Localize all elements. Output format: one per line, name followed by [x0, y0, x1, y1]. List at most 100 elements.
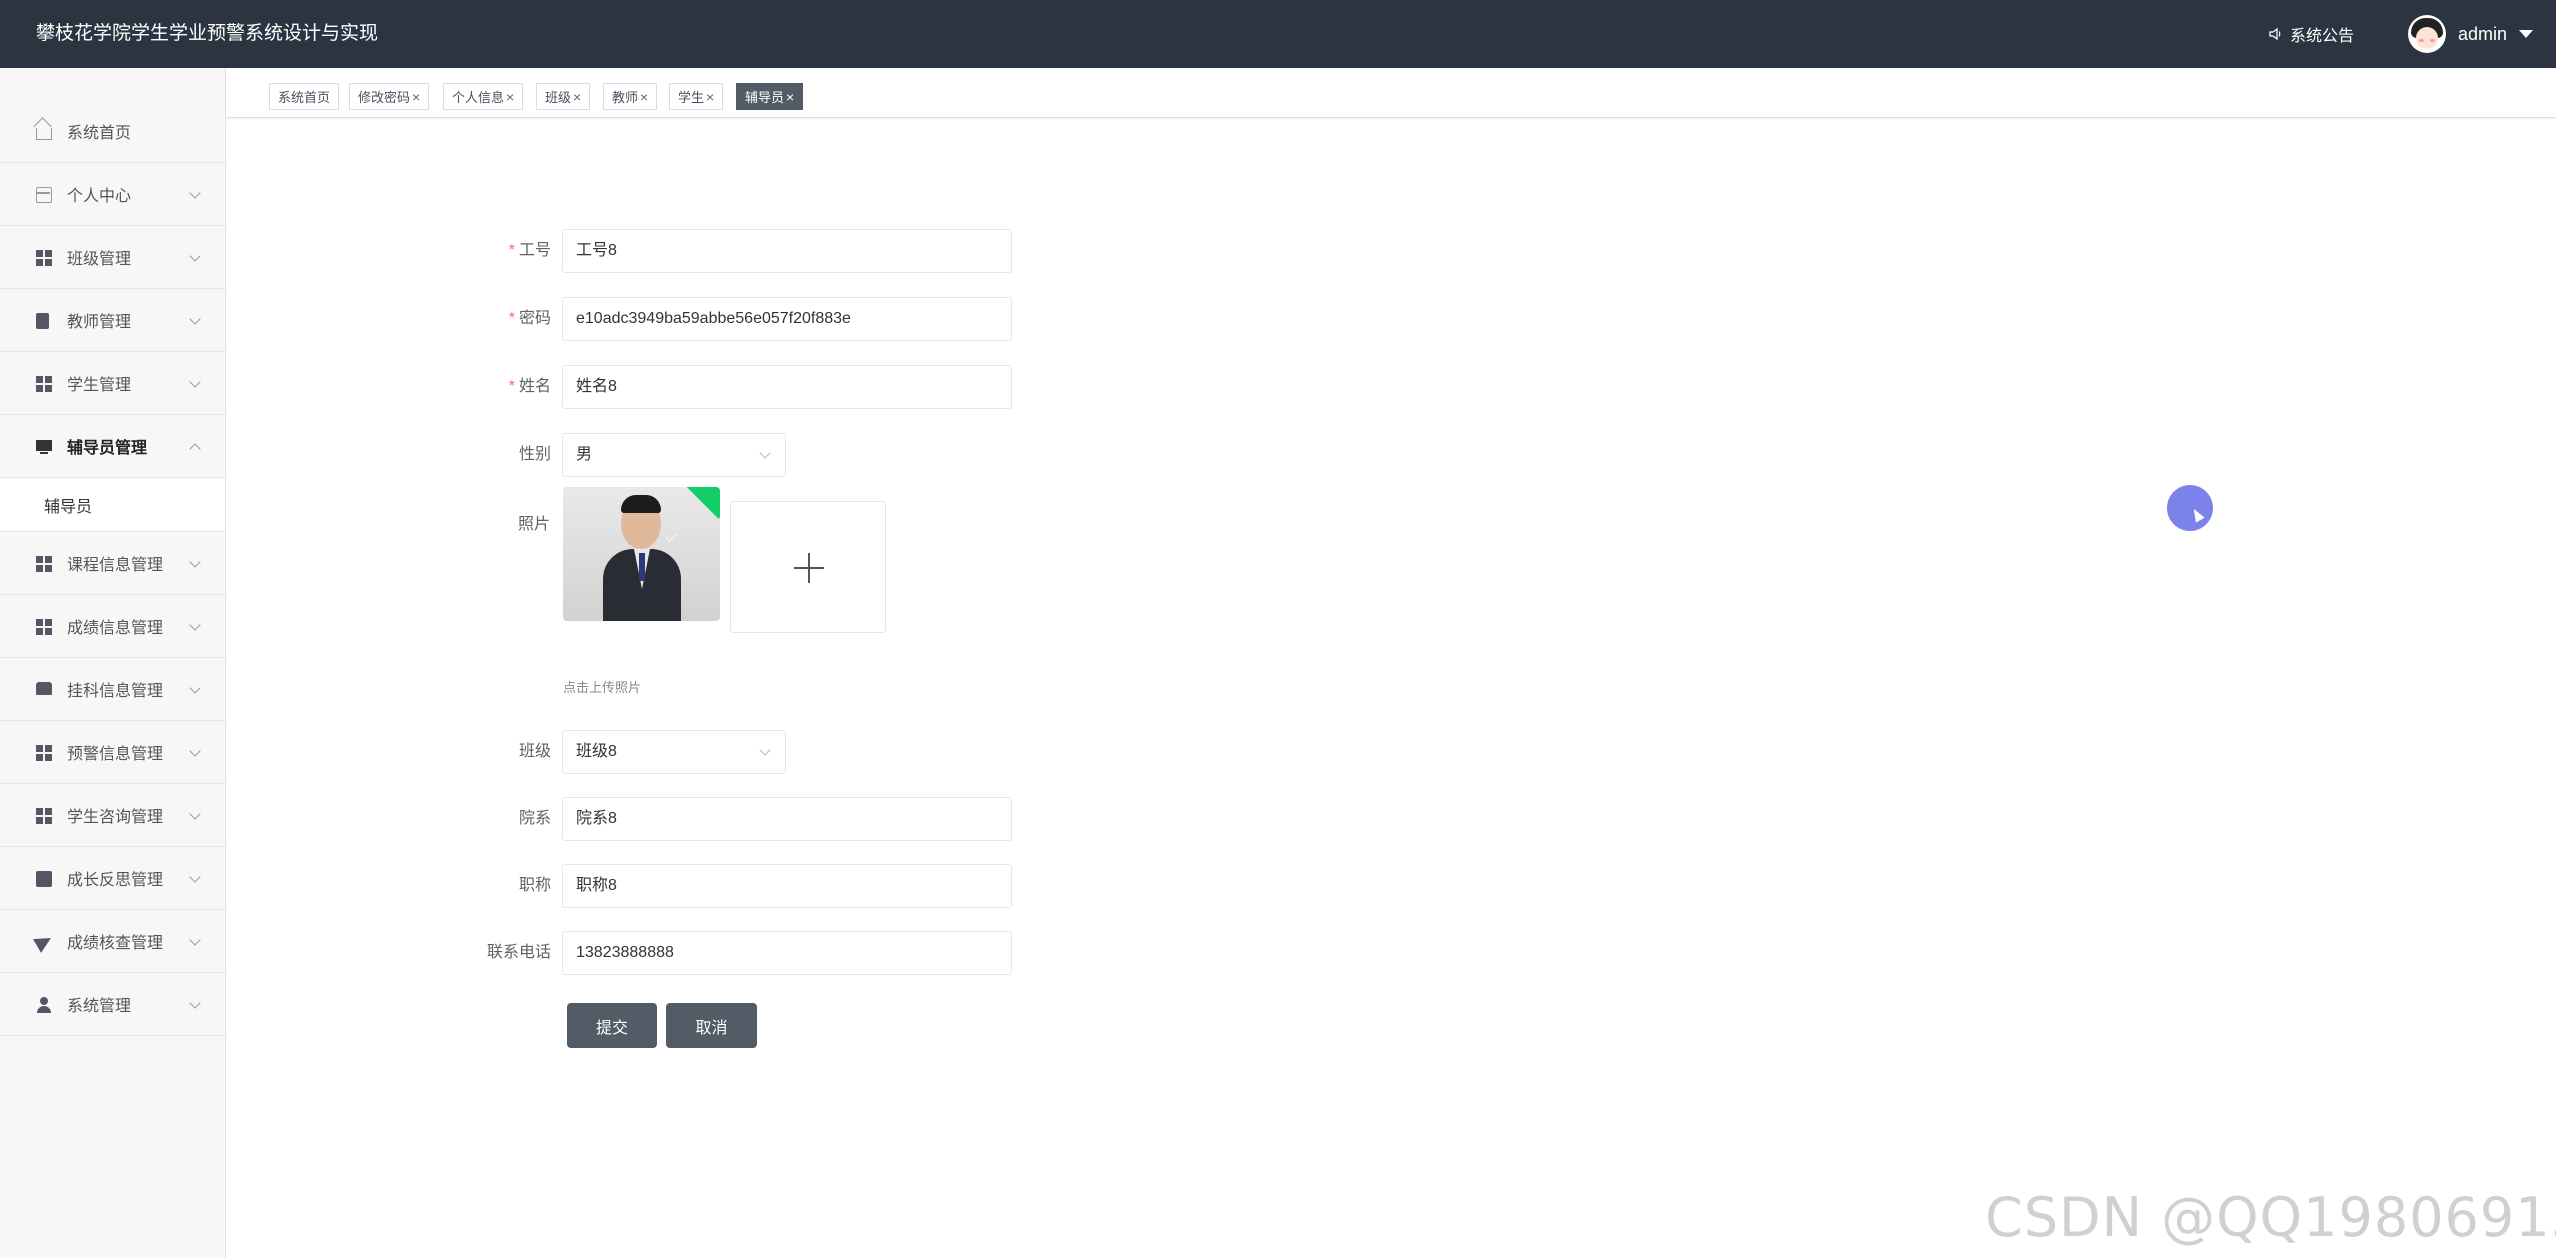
tab-home[interactable]: 系统首页 — [269, 83, 340, 110]
speaker-icon — [2269, 27, 2281, 41]
close-icon[interactable]: × — [706, 89, 714, 105]
chevron-up-icon — [189, 443, 201, 455]
department-label: 院系 — [518, 810, 551, 827]
sidebar-item-home[interactable]: 系统首页 — [0, 100, 225, 163]
upload-photo-button[interactable] — [730, 501, 886, 633]
sidebar-item-reflection-management[interactable]: 成长反思管理 — [0, 847, 225, 910]
tab-label: 班级 — [545, 90, 572, 105]
name-label: * 姓名 — [509, 365, 551, 409]
grid-icon — [36, 619, 52, 635]
class-select[interactable]: 班级8 — [562, 730, 786, 774]
sidebar-item-score-check-management[interactable]: 成绩核查管理 — [0, 910, 225, 973]
close-icon[interactable]: × — [506, 89, 514, 105]
sidebar-item-counselor-management[interactable]: 辅导员管理 — [0, 415, 225, 478]
sidebar-item-label: 辅导员管理 — [67, 440, 148, 457]
tab-label: 教师 — [612, 90, 639, 105]
gender-select[interactable]: 男 — [562, 433, 786, 477]
password-input[interactable]: e10adc3949ba59abbe56e057f20f883e — [562, 297, 1012, 341]
sidebar-item-label: 系统首页 — [67, 125, 132, 142]
sidebar-item-label: 个人中心 — [67, 188, 132, 205]
sidebar-item-personal-center[interactable]: 个人中心 — [0, 163, 225, 226]
caret-down-icon — [2519, 30, 2534, 38]
chevron-down-icon — [189, 745, 201, 757]
close-icon[interactable]: × — [640, 89, 648, 105]
form-row-class: 班级 班级8 — [420, 730, 1020, 774]
tab-personal-info[interactable]: 个人信息 × — [443, 83, 524, 110]
sidebar-item-label: 挂科信息管理 — [67, 683, 164, 700]
sidebar-item-teacher-management[interactable]: 教师管理 — [0, 289, 225, 352]
photo-label: 照片 — [518, 516, 551, 533]
sidebar-item-student-management[interactable]: 学生管理 — [0, 352, 225, 415]
form-row-title: 职称 职称8 — [420, 864, 1020, 908]
sidebar-item-class-management[interactable]: 班级管理 — [0, 226, 225, 289]
phone-label: 联系电话 — [486, 944, 551, 961]
clipboard-icon — [36, 313, 49, 329]
close-icon[interactable]: × — [412, 89, 420, 105]
title-label: 职称 — [518, 877, 551, 894]
chevron-down-icon — [189, 556, 201, 568]
gender-label: 性别 — [518, 446, 551, 463]
close-icon[interactable]: × — [573, 89, 581, 105]
submit-button[interactable]: 提交 — [567, 1003, 657, 1048]
sidebar-subitem-counselor[interactable]: 辅导员 — [0, 478, 225, 532]
chevron-down-icon — [189, 808, 201, 820]
cursor-indicator — [2167, 485, 2213, 531]
user-menu[interactable]: admin — [2408, 14, 2534, 54]
tab-counselor[interactable]: 辅导员 × — [736, 83, 804, 110]
label-text: 密码 — [518, 310, 551, 327]
sidebar: 系统首页 个人中心 班级管理 教师管理 学生管理 辅导员管理 辅导员 课程信息管… — [0, 68, 226, 1258]
tab-student[interactable]: 学生 × — [669, 83, 724, 110]
form-row-department: 院系 院系8 — [420, 797, 1020, 841]
sidebar-item-label: 班级管理 — [67, 251, 132, 268]
user-icon — [36, 997, 52, 1013]
form-row-gender: 性别 男 — [420, 433, 1020, 477]
sidebar-item-system-management[interactable]: 系统管理 — [0, 973, 225, 1036]
form-row-password: * 密码 e10adc3949ba59abbe56e057f20f883e — [420, 297, 1020, 341]
mouse-pointer-icon — [2189, 506, 2205, 523]
chevron-down-icon — [189, 997, 201, 1009]
close-icon[interactable]: × — [786, 89, 794, 105]
cancel-button[interactable]: 取消 — [666, 1003, 757, 1048]
form-row-phone: 联系电话 13823888888 — [420, 931, 1020, 975]
grid-icon — [36, 745, 52, 761]
tab-label: 个人信息 — [452, 90, 505, 105]
sidebar-item-warning-management[interactable]: 预警信息管理 — [0, 721, 225, 784]
grid-icon — [36, 250, 52, 266]
username: admin — [2458, 23, 2508, 44]
chevron-down-icon — [189, 619, 201, 631]
uploaded-photo[interactable] — [563, 487, 720, 621]
tab-class[interactable]: 班级 × — [536, 83, 591, 110]
class-value: 班级8 — [576, 743, 617, 760]
sidebar-item-label: 学生咨询管理 — [67, 809, 164, 826]
chevron-down-icon — [759, 447, 771, 459]
chevron-down-icon — [189, 250, 201, 262]
sidebar-item-course-management[interactable]: 课程信息管理 — [0, 532, 225, 595]
watermark: CSDN @QQ1980691580 — [1985, 1186, 2556, 1249]
avatar — [2408, 15, 2446, 53]
department-input[interactable]: 院系8 — [562, 797, 1012, 841]
chevron-down-icon — [189, 871, 201, 883]
card-icon — [36, 187, 52, 203]
sidebar-item-label: 系统管理 — [67, 998, 132, 1015]
tab-label: 修改密码 — [358, 90, 411, 105]
sidebar-item-label: 预警信息管理 — [67, 746, 164, 763]
tab-change-password[interactable]: 修改密码 × — [349, 83, 430, 110]
sidebar-item-fail-management[interactable]: 挂科信息管理 — [0, 658, 225, 721]
upload-tip: 点击上传照片 — [563, 680, 642, 695]
notice-button[interactable]: 系统公告 — [2268, 22, 2354, 46]
sidebar-item-score-management[interactable]: 成绩信息管理 — [0, 595, 225, 658]
chevron-down-icon — [189, 376, 201, 388]
form-row-employee-id: * 工号 工号8 — [420, 229, 1020, 273]
sidebar-item-consult-management[interactable]: 学生咨询管理 — [0, 784, 225, 847]
tags-view-bar: 系统首页 修改密码 × 个人信息 × 班级 × 教师 × 学生 × 辅导员 × — [226, 68, 2556, 118]
chevron-down-icon — [189, 313, 201, 325]
tab-label: 辅导员 — [745, 90, 785, 105]
chevron-down-icon — [189, 682, 201, 694]
tab-teacher[interactable]: 教师 × — [603, 83, 658, 110]
title-input[interactable]: 职称8 — [562, 864, 1012, 908]
name-input[interactable]: 姓名8 — [562, 365, 1012, 409]
phone-input[interactable]: 13823888888 — [562, 931, 1012, 975]
chart-icon — [36, 871, 52, 887]
employee-id-input[interactable]: 工号8 — [562, 229, 1012, 273]
grid-icon — [36, 556, 52, 572]
